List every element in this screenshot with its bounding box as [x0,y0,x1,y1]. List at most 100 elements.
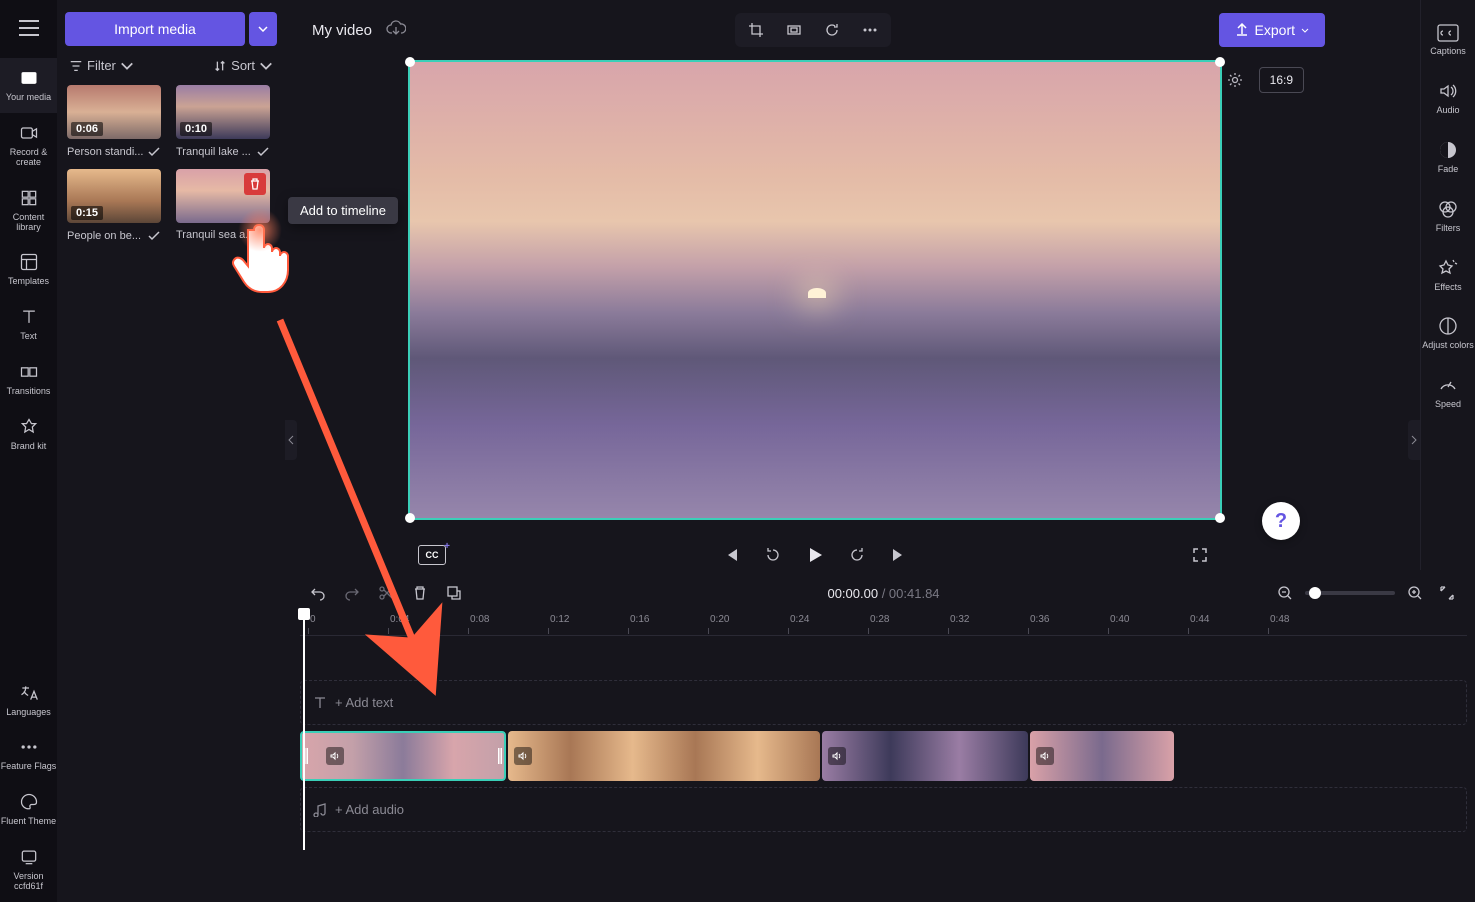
filter-button[interactable]: Filter [69,58,134,73]
media-item[interactable]: 0:10 Tranquil lake ... [176,85,270,159]
video-preview[interactable] [408,60,1222,520]
captions-toggle[interactable]: CC [418,545,446,565]
resize-handle-tl[interactable] [405,57,415,67]
nav-label: Fluent Theme [1,817,56,827]
nav-your-media[interactable]: Your media [0,58,57,113]
media-thumbnail[interactable]: 0:15 [67,169,161,223]
nav-version[interactable]: Version ccfd61f [0,837,57,902]
nav-label: Templates [8,277,49,287]
zoom-fit-button[interactable] [1435,581,1459,605]
more-button[interactable] [853,17,887,43]
play-button[interactable] [803,543,827,567]
preview-settings-button[interactable] [1222,67,1248,93]
collapse-left-panel[interactable] [285,420,297,460]
zoom-slider[interactable] [1305,591,1395,595]
preview-area: 16:9 CC ? [300,55,1340,575]
ruler-tick: 0:48 [1270,614,1289,625]
add-text-label: + Add text [335,695,393,710]
delete-media-button[interactable] [244,173,266,195]
rr-speed[interactable]: Speed [1421,363,1475,422]
fit-button[interactable] [777,17,811,43]
clip-audio-icon[interactable] [326,747,344,765]
resize-handle-bl[interactable] [405,513,415,523]
clip-audio-icon[interactable] [828,747,846,765]
nav-feature-flags[interactable]: Feature Flags [0,727,57,782]
rotate-button[interactable] [815,17,849,43]
skip-back-button[interactable] [719,543,743,567]
nav-record-create[interactable]: Record & create [0,113,57,178]
nav-label: Text [20,332,37,342]
undo-button[interactable] [308,583,328,603]
resize-handle-br[interactable] [1215,513,1225,523]
split-button[interactable] [376,583,396,603]
media-name: Person standi... [67,146,147,158]
zoom-thumb[interactable] [1309,587,1321,599]
text-track[interactable]: + Add text [300,680,1467,725]
help-button[interactable]: ? [1262,502,1300,540]
nav-transitions[interactable]: Transitions [0,352,57,407]
nav-languages[interactable]: Languages [0,673,57,728]
nav-label: Your media [6,93,51,103]
rewind-button[interactable] [761,543,785,567]
zoom-in-button[interactable] [1403,581,1427,605]
aspect-ratio-button[interactable]: 16:9 [1259,67,1304,93]
rr-captions[interactable]: Captions [1421,12,1475,69]
video-title[interactable]: My video [312,22,372,39]
rr-filters[interactable]: Filters [1421,187,1475,246]
media-item[interactable]: 0:06 Person standi... [67,85,161,159]
fullscreen-button[interactable] [1188,543,1212,567]
check-icon [147,229,161,243]
media-thumbnail[interactable]: 0:10 [176,85,270,139]
audio-track[interactable]: + Add audio [300,787,1467,832]
timeline-time: 00:00.00 / 00:41.84 [827,586,939,601]
ruler-tick: 0:20 [710,614,729,625]
media-thumbnail[interactable]: 0:06 [67,85,161,139]
nav-label: Brand kit [11,442,47,452]
rr-adjust-colors[interactable]: Adjust colors [1421,304,1475,363]
nav-text[interactable]: Text [0,297,57,352]
nav-fluent-theme[interactable]: Fluent Theme [0,782,57,837]
nav-label: Record & create [0,148,57,168]
resize-handle-tr[interactable] [1215,57,1225,67]
cloud-sync-icon[interactable] [386,20,406,41]
video-clip[interactable] [822,731,1028,781]
total-time: 00:41.84 [889,586,940,601]
rr-audio[interactable]: Audio [1421,69,1475,128]
collapse-right-panel[interactable] [1408,420,1420,460]
media-name: Tranquil sea a... [176,229,270,241]
zoom-out-button[interactable] [1273,581,1297,605]
nav-templates[interactable]: Templates [0,242,57,297]
duplicate-button[interactable] [444,583,464,603]
export-button[interactable]: Export [1219,13,1325,47]
redo-button[interactable] [342,583,362,603]
clip-trim-right[interactable] [496,733,504,779]
skip-forward-button[interactable] [887,543,911,567]
rr-fade[interactable]: Fade [1421,128,1475,187]
rr-effects[interactable]: Effects [1421,246,1475,305]
import-media-button[interactable]: Import media [65,12,245,46]
media-thumbnail[interactable] [176,169,270,223]
sort-button[interactable]: Sort [213,58,273,73]
media-panel: Import media Filter Sort 0:06 Person sta… [57,0,285,902]
sun-graphic [808,288,826,298]
media-item[interactable]: 0:15 People on be... [67,169,161,243]
menu-button[interactable] [9,8,49,48]
clip-audio-icon[interactable] [514,747,532,765]
nav-brand-kit[interactable]: Brand kit [0,407,57,462]
media-grid: 0:06 Person standi... 0:10 Tranquil lake… [65,85,277,243]
forward-button[interactable] [845,543,869,567]
nav-label: Version ccfd61f [0,872,57,892]
sort-icon [213,59,227,73]
media-item[interactable]: Tranquil sea a... [176,169,270,243]
video-clip[interactable] [300,731,506,781]
nav-content-library[interactable]: Content library [0,178,57,243]
import-media-dropdown[interactable] [249,12,277,46]
playhead[interactable] [303,610,305,850]
crop-button[interactable] [739,17,773,43]
video-clip[interactable] [508,731,820,781]
video-clip[interactable] [1030,731,1174,781]
timeline-ruler[interactable]: 00:040:080:120:160:200:240:280:320:360:4… [300,610,1467,636]
video-track[interactable] [300,731,1467,781]
clip-audio-icon[interactable] [1036,747,1054,765]
delete-button[interactable] [410,583,430,603]
